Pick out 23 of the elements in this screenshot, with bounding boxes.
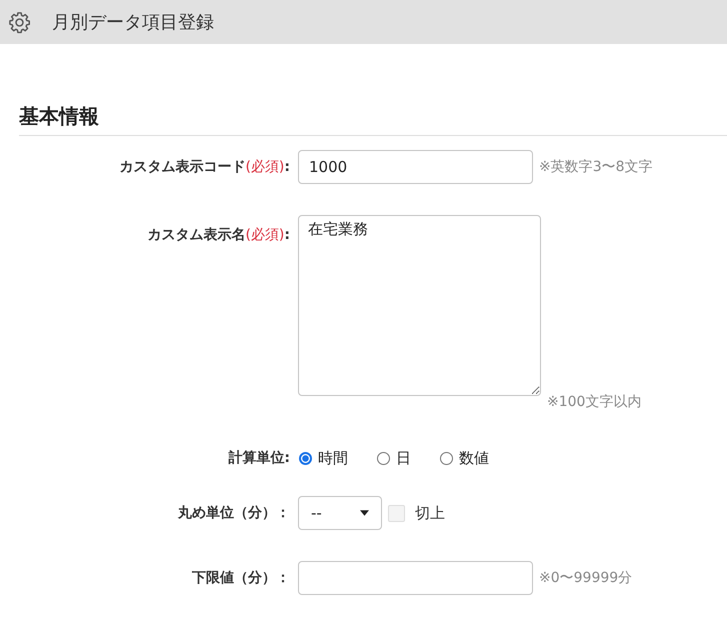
radio-option[interactable]: 日	[376, 448, 411, 468]
caret-icon	[360, 510, 369, 516]
section-title: 基本情報	[19, 103, 99, 130]
radio-button[interactable]	[440, 452, 453, 464]
textarea-field[interactable]: 在宅業務	[298, 215, 541, 396]
text-input[interactable]	[298, 561, 533, 595]
select-value: --	[311, 504, 322, 522]
select-dropdown[interactable]: --	[298, 496, 382, 530]
hint-text: ※100文字以内	[547, 393, 642, 411]
field-label: カスタム表示コード(必須):	[119, 158, 290, 177]
radio-button[interactable]	[299, 452, 312, 464]
hint-text: ※0〜99999分	[539, 569, 632, 587]
hint-text: ※英数字3〜8文字	[539, 158, 653, 176]
field-label: 丸め単位（分）：	[178, 504, 290, 523]
field-label: 計算単位:	[228, 449, 290, 468]
page-title: 月別データ項目登録	[52, 11, 214, 34]
settings-icon	[8, 10, 31, 34]
field-label: カスタム表示名(必須):	[147, 226, 290, 245]
radio-option[interactable]: 数値	[439, 448, 489, 468]
field-label: 下限値（分）：	[192, 569, 290, 588]
radio-button[interactable]	[377, 452, 390, 464]
radio-option[interactable]: 時間	[298, 448, 348, 468]
text-input[interactable]: 1000	[298, 150, 533, 184]
